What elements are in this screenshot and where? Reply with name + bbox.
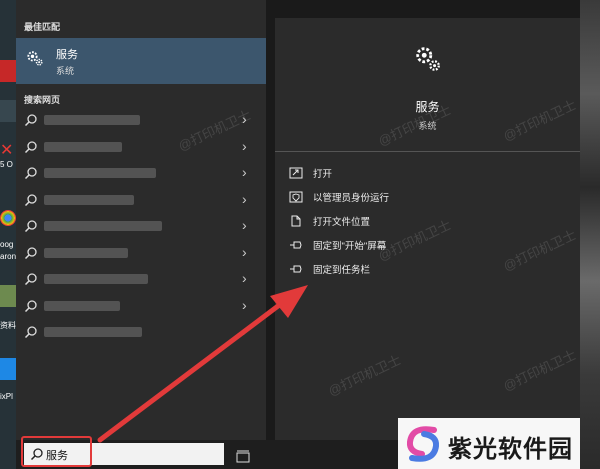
blurred-result-text [44,300,120,311]
desktop-label: ixPl [0,392,13,401]
desktop-strip-right [580,0,600,469]
web-search-result[interactable]: › [16,187,266,213]
web-search-result[interactable]: › [16,266,266,292]
chevron-right-icon[interactable]: › [242,297,247,313]
best-match-item[interactable]: 服务 系统 [16,38,266,84]
open-icon [289,167,303,179]
search-icon [24,114,37,127]
divider [275,151,580,152]
search-icon [24,246,37,259]
desktop-label: 5 O [0,160,13,169]
brand-logo: 紫光软件园 [398,418,580,469]
blurred-result-text [44,274,148,284]
pin-to-taskbar-action[interactable]: 固定到任务栏 [289,260,489,278]
blurred-result-text [44,194,134,205]
search-icon [24,140,37,153]
task-view-icon[interactable] [236,450,250,464]
open-file-location-label: 打开文件位置 [313,217,371,228]
chevron-right-icon[interactable]: › [242,138,247,154]
best-match-title: 服务 [56,49,78,61]
web-search-result[interactable]: › [16,134,266,160]
best-match-subtitle: 系统 [56,66,75,76]
web-search-result[interactable]: › [16,160,266,186]
web-search-result[interactable]: › [16,213,266,239]
web-search-result[interactable]: › [16,293,266,319]
blurred-result-text [44,327,142,337]
search-icon [24,299,37,312]
desktop-app-icon[interactable] [0,60,16,82]
run-as-admin-action[interactable]: 以管理员身份运行 [289,188,489,206]
blurred-result-text [44,247,128,258]
search-icon [24,193,37,206]
open-action-label: 打开 [313,169,333,180]
chevron-right-icon[interactable]: › [242,164,247,180]
web-search-heading: 搜索网页 [24,95,61,105]
web-search-result[interactable]: › [16,319,266,345]
gears-icon [27,51,43,66]
file-location-icon [291,215,301,227]
desktop-app-icon[interactable] [0,358,16,380]
blurred-result-text [44,115,140,125]
pin-to-taskbar-label: 固定到任务栏 [313,265,371,276]
search-icon [24,326,37,339]
desktop-label: oog [0,240,14,249]
desktop-label: aron [0,252,16,261]
gears-icon [416,47,440,71]
search-icon [24,273,37,286]
open-action[interactable]: 打开 [289,164,489,182]
pin-taskbar-icon [290,265,302,273]
chevron-right-icon[interactable]: › [242,191,247,207]
brand-name: 紫光软件园 [448,436,573,463]
desktop-app-icon[interactable] [0,100,16,122]
blurred-result-text [44,168,156,178]
brand-swirl-icon [406,426,440,462]
desktop-x-icon[interactable]: ✕ [0,140,13,160]
blurred-result-text [44,221,162,231]
desktop-strip-left: ✕ 5 O oog aron 资料 ixPl [0,0,16,469]
search-icon [24,220,37,233]
chevron-right-icon[interactable]: › [242,217,247,233]
admin-shield-icon [289,191,303,203]
desktop-app-icon[interactable] [0,285,16,307]
best-match-heading: 最佳匹配 [24,22,61,32]
chevron-right-icon[interactable]: › [242,323,247,339]
chevron-right-icon[interactable]: › [242,270,247,286]
chevron-right-icon[interactable]: › [242,244,247,260]
search-icon [24,167,37,180]
desktop-label: 资料 [0,321,16,330]
search-highlight-box [21,436,92,467]
pin-start-icon [290,241,302,249]
run-as-admin-label: 以管理员身份运行 [313,193,390,204]
blurred-result-text [44,141,122,152]
chrome-icon[interactable] [0,210,16,226]
web-search-result[interactable]: › [16,240,266,266]
search-results-panel: 最佳匹配 服务 系统 搜索网页 › › › › › › › › › [16,0,266,440]
open-file-location-action[interactable]: 打开文件位置 [289,212,489,230]
